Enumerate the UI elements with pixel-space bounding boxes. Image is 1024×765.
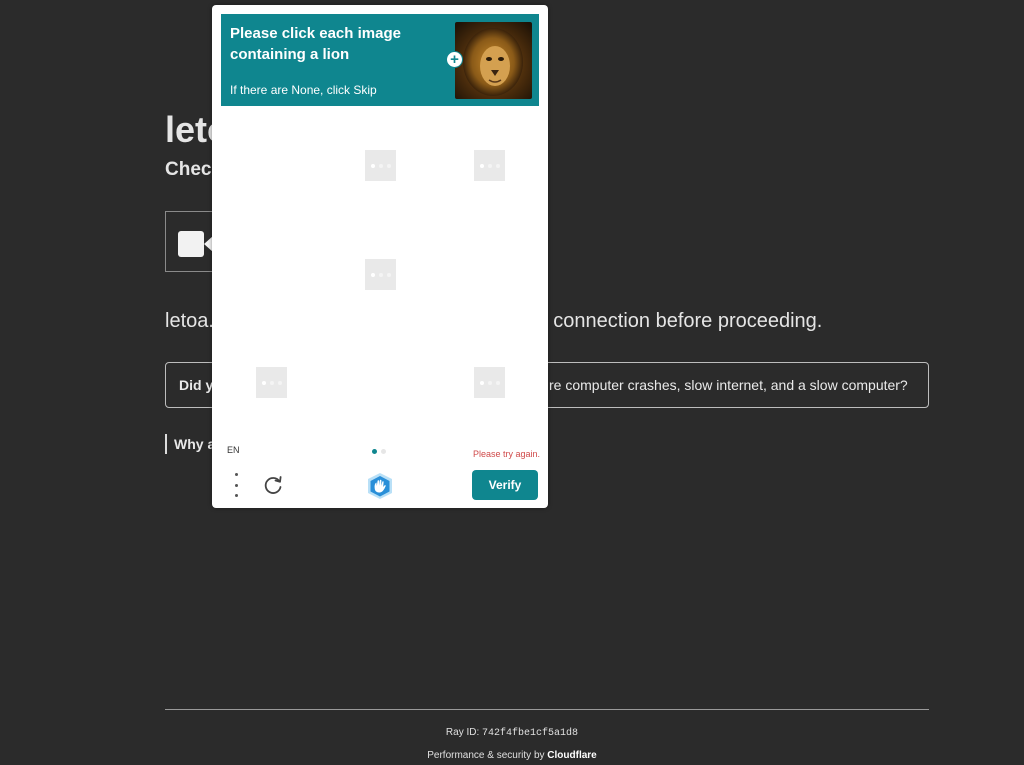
image-tile-loading[interactable] bbox=[474, 367, 505, 398]
ray-id-value: 742f4fbe1cf5a1d8 bbox=[482, 728, 579, 739]
error-message: Please try again. bbox=[472, 449, 540, 459]
image-tile-loading[interactable] bbox=[474, 150, 505, 181]
example-lion-image[interactable] bbox=[455, 22, 532, 99]
faq-question-right: re computer crashes, slow internet, and … bbox=[549, 377, 908, 393]
checking-heading: Chec bbox=[165, 159, 212, 180]
performance-prefix: Performance & security by bbox=[427, 750, 545, 761]
image-tile-loading[interactable] bbox=[365, 259, 396, 290]
captcha-challenge-modal: Please click each image containing a lio… bbox=[212, 5, 548, 508]
page-dot-active bbox=[372, 449, 377, 454]
image-tile-loading[interactable] bbox=[256, 367, 287, 398]
language-selector[interactable]: EN bbox=[227, 445, 240, 455]
challenge-prompt: Please click each image containing a lio… bbox=[221, 14, 539, 106]
hcaptcha-logo-icon[interactable] bbox=[366, 472, 394, 500]
performance-credit: Performance & security by Cloudflare bbox=[0, 750, 1024, 761]
review-text-left: letoa. bbox=[165, 310, 214, 332]
prompt-hint: If there are None, click Skip bbox=[230, 83, 377, 97]
image-tile-loading[interactable] bbox=[365, 150, 396, 181]
faq-question-left: Did y bbox=[179, 377, 214, 393]
review-text-right: ur connection before proceeding. bbox=[529, 310, 823, 332]
cloudflare-link[interactable]: Cloudflare bbox=[547, 750, 596, 761]
turnstile-checkbox[interactable] bbox=[178, 231, 204, 257]
ray-id-label: Ray ID: bbox=[445, 727, 480, 738]
page-indicator bbox=[372, 449, 386, 454]
verify-button[interactable]: Verify bbox=[472, 470, 538, 500]
refresh-icon[interactable] bbox=[262, 474, 284, 496]
ray-id: Ray ID: 742f4fbe1cf5a1d8 bbox=[0, 727, 1024, 739]
plus-icon[interactable]: + bbox=[446, 51, 463, 68]
prompt-title: Please click each image containing a lio… bbox=[230, 25, 401, 63]
page-dot bbox=[381, 449, 386, 454]
why-am-i-seeing-link[interactable]: Why a bbox=[165, 434, 215, 454]
footer-divider bbox=[165, 709, 929, 710]
more-options-icon[interactable] bbox=[230, 473, 242, 497]
